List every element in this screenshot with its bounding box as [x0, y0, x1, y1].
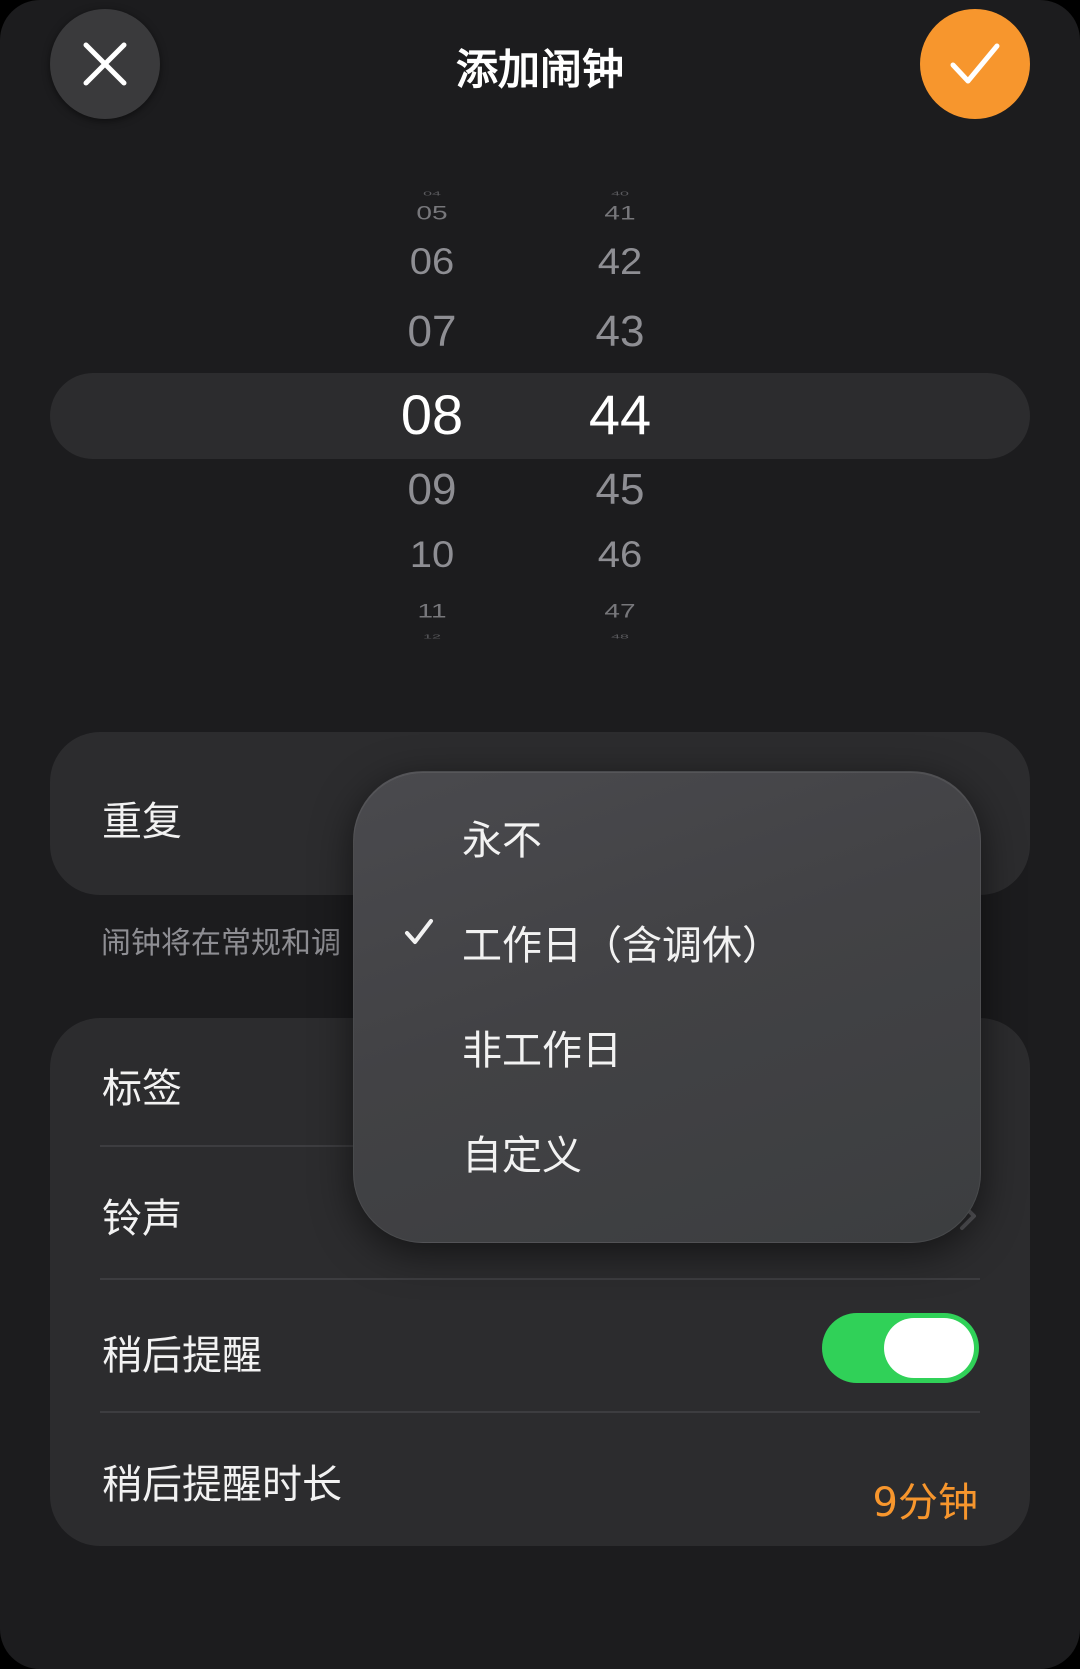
toggle-knob	[884, 1318, 974, 1378]
minute-option-40[interactable]: 40	[540, 191, 700, 197]
snooze-toggle[interactable]	[822, 1313, 979, 1383]
hour-picker-wheel[interactable]: 04 05 06 07 08 09 10 11 12	[352, 185, 512, 640]
minute-option-41[interactable]: 41	[540, 202, 700, 224]
minute-option-44[interactable]: 44	[540, 382, 700, 447]
page-title: 添加闹钟	[455, 45, 624, 94]
minute-option-46[interactable]: 46	[540, 535, 700, 576]
hour-option-10[interactable]: 10	[352, 535, 512, 576]
minute-option-43[interactable]: 43	[540, 307, 700, 357]
minute-option-47[interactable]: 47	[540, 600, 700, 622]
repeat-label: 重复	[102, 799, 182, 845]
hour-option-04[interactable]: 04	[352, 191, 512, 197]
minute-option-45[interactable]: 45	[540, 465, 700, 515]
checkmark-icon	[405, 919, 433, 944]
snooze-duration-value[interactable]: 9分钟	[873, 1470, 978, 1528]
menu-item-label: 永不	[462, 818, 542, 864]
menu-item-repeat-option[interactable]: 非工作日	[354, 994, 980, 1094]
minute-option-48[interactable]: 48	[540, 634, 700, 640]
menu-item-repeat-option[interactable]: 自定义	[354, 1099, 980, 1199]
add-alarm-screen: 添加闹钟 04 05 06 07 08 09 10 11 12 40 41 42 43 44 45 46 47…	[0, 0, 1080, 1669]
snooze-row-label: 稍后提醒	[102, 1333, 262, 1379]
minute-option-42[interactable]: 42	[540, 242, 700, 283]
ringtone-row-label[interactable]: 铃声	[102, 1186, 182, 1244]
hour-option-07[interactable]: 07	[352, 307, 512, 357]
minute-picker-wheel[interactable]: 40 41 42 43 44 45 46 47 48	[540, 185, 700, 640]
label-row-label[interactable]: 标签	[102, 1056, 182, 1114]
hour-option-05[interactable]: 05	[352, 202, 512, 224]
menu-item-label: 非工作日	[462, 1028, 622, 1074]
divider	[100, 1411, 980, 1413]
menu-item-repeat-option[interactable]: 工作日（含调休）	[354, 889, 980, 989]
repeat-options-menu: 永不工作日（含调休） 非工作日自定义	[353, 771, 981, 1243]
repeat-note: 闹钟将在常规和调	[101, 926, 341, 961]
hour-option-09[interactable]: 09	[352, 465, 512, 515]
divider	[100, 1278, 980, 1280]
snooze-duration-row-label[interactable]: 稍后提醒时长	[102, 1452, 342, 1510]
hour-option-12[interactable]: 12	[352, 634, 512, 640]
menu-item-label: 自定义	[462, 1133, 582, 1179]
checkmark-icon	[950, 43, 1000, 84]
confirm-button[interactable]	[920, 9, 1030, 119]
hour-option-11[interactable]: 11	[352, 600, 512, 622]
menu-item-repeat-option[interactable]: 永不	[354, 784, 980, 884]
menu-item-label: 工作日（含调休）	[462, 923, 782, 969]
hour-option-06[interactable]: 06	[352, 242, 512, 283]
hour-option-08[interactable]: 08	[352, 382, 512, 447]
